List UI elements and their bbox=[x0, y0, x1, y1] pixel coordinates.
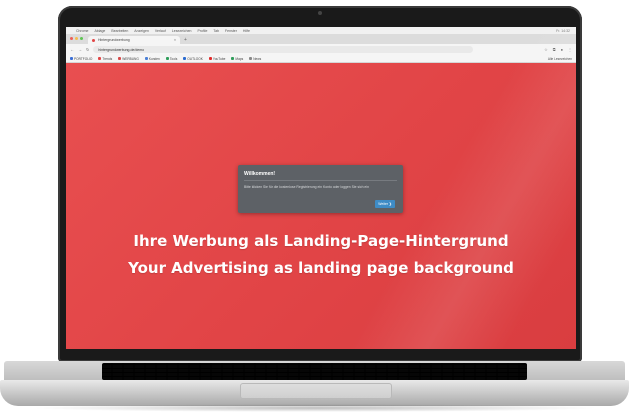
bookmark-item[interactable]: Kunden bbox=[144, 57, 160, 61]
close-window-icon[interactable] bbox=[70, 37, 73, 40]
forward-icon[interactable]: → bbox=[78, 47, 82, 52]
dialog-title: Willkommen! bbox=[244, 171, 276, 177]
bookmark-icon bbox=[183, 57, 187, 60]
profile-icon[interactable]: ● bbox=[561, 47, 563, 52]
tab-title: Hintergrundwerbung bbox=[98, 38, 130, 42]
menu-item-fenster[interactable]: Fenster bbox=[225, 29, 237, 33]
menu-item-lesezeichen[interactable]: Lesezeichen bbox=[172, 29, 192, 33]
laptop-shadow bbox=[30, 404, 600, 412]
all-bookmarks-link[interactable]: Alle Lesezeichen bbox=[548, 57, 576, 61]
bookmark-icon bbox=[165, 57, 169, 60]
menu-item-hilfe[interactable]: Hilfe bbox=[243, 29, 250, 33]
tab-close-icon[interactable]: × bbox=[174, 38, 176, 42]
back-icon[interactable]: ← bbox=[70, 47, 74, 52]
webcam bbox=[318, 11, 322, 15]
bookmark-item[interactable]: Tools bbox=[165, 57, 177, 61]
keyboard bbox=[102, 363, 527, 380]
bookmark-item[interactable]: WERBUNG bbox=[118, 57, 139, 61]
maximize-window-icon[interactable] bbox=[80, 37, 83, 40]
menu-item-verlauf[interactable]: Verlauf bbox=[155, 29, 166, 33]
url-bar[interactable]: hintergrundwerbung.de/demo bbox=[93, 46, 474, 53]
bookmark-item[interactable]: PORTFOLIO bbox=[70, 57, 92, 61]
window-controls bbox=[70, 37, 83, 40]
browser-tab-active[interactable]: Hintergrundwerbung × bbox=[88, 36, 180, 44]
menu-item-tab[interactable]: Tab bbox=[213, 29, 219, 33]
bookmark-item[interactable]: News bbox=[249, 57, 261, 61]
bookmarks-bar: PORTFOLIO Trends WERBUNG Kunden Tools OU… bbox=[66, 55, 576, 63]
bookmark-item[interactable]: YouTube bbox=[208, 57, 225, 61]
headline-english: Your Advertising as landing page backgro… bbox=[128, 259, 514, 277]
dialog-divider bbox=[244, 180, 397, 181]
bookmark-icon bbox=[144, 57, 148, 60]
dialog-text: Bitte klicken Sie für die kostenlose Reg… bbox=[244, 185, 369, 189]
menubar-clock[interactable]: Fr. 14:32 bbox=[556, 29, 576, 33]
bookmark-icon bbox=[231, 57, 235, 60]
laptop-mockup: Chrome Ablage Bearbeiten Anzeigen Verlau… bbox=[0, 0, 629, 417]
tab-strip: Hintergrundwerbung × + bbox=[66, 34, 576, 44]
trackpad bbox=[240, 383, 392, 399]
menu-item-ablage[interactable]: Ablage bbox=[94, 29, 105, 33]
menu-item-anzeigen[interactable]: Anzeigen bbox=[134, 29, 149, 33]
extensions-icon[interactable]: ⧉ bbox=[553, 47, 556, 52]
bookmark-icon bbox=[118, 57, 122, 60]
bookmark-icon bbox=[98, 57, 102, 60]
menu-dots-icon[interactable]: ⋮ bbox=[568, 47, 572, 52]
url-text: hintergrundwerbung.de/demo bbox=[98, 47, 145, 52]
bookmark-item[interactable]: OUTLOOK bbox=[183, 57, 203, 61]
menu-item-profile[interactable]: Profile bbox=[197, 29, 207, 33]
address-toolbar: ← → ↻ hintergrundwerbung.de/demo ☆ ⧉ ● ⋮ bbox=[66, 44, 576, 55]
screen: Chrome Ablage Bearbeiten Anzeigen Verlau… bbox=[66, 27, 576, 349]
bookmark-item[interactable]: Trends bbox=[98, 57, 112, 61]
minimize-window-icon[interactable] bbox=[75, 37, 78, 40]
bookmark-icon bbox=[208, 57, 212, 60]
welcome-dialog: Willkommen! Bitte klicken Sie für die ko… bbox=[238, 165, 403, 213]
bookmark-item[interactable]: Maps bbox=[231, 57, 243, 61]
macos-menubar: Chrome Ablage Bearbeiten Anzeigen Verlau… bbox=[66, 27, 576, 34]
continue-button[interactable]: Weiter ❯ bbox=[375, 200, 395, 208]
landing-page: Willkommen! Bitte klicken Sie für die ko… bbox=[66, 63, 576, 349]
menu-item-chrome[interactable]: Chrome bbox=[76, 29, 88, 33]
reload-icon[interactable]: ↻ bbox=[86, 47, 89, 52]
bookmark-icon bbox=[70, 57, 73, 60]
bookmark-star-icon[interactable]: ☆ bbox=[544, 47, 548, 52]
menu-item-bearbeiten[interactable]: Bearbeiten bbox=[111, 29, 128, 33]
headline-german: Ihre Werbung als Landing-Page-Hintergrun… bbox=[133, 232, 509, 250]
bookmark-icon bbox=[249, 57, 253, 60]
toolbar-icons: ☆ ⧉ ● ⋮ bbox=[544, 47, 572, 52]
new-tab-button[interactable]: + bbox=[184, 37, 187, 43]
favicon-icon bbox=[92, 38, 95, 42]
